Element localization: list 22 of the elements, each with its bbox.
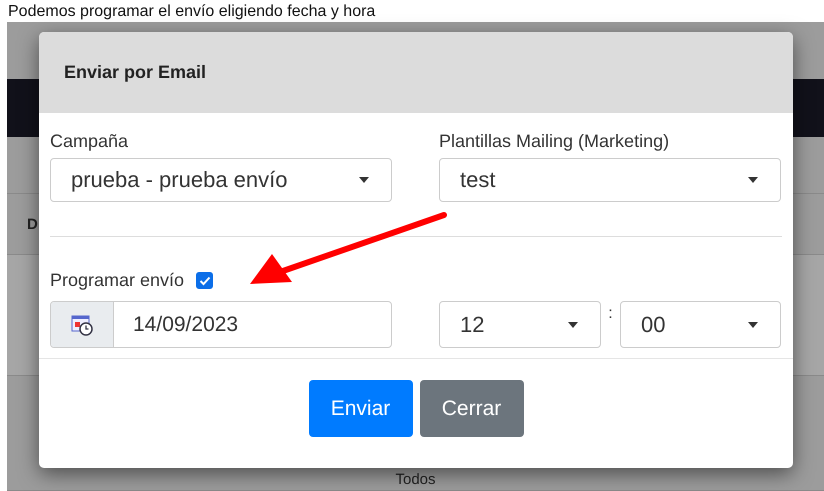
select-field[interactable]: test bbox=[439, 158, 781, 202]
dialog-button[interactable]: Enviar bbox=[308, 380, 412, 437]
checkbox[interactable] bbox=[196, 272, 214, 289]
field-label: Campaña bbox=[50, 131, 130, 152]
caret-icon bbox=[359, 177, 369, 183]
calendar-clock-icon bbox=[71, 314, 93, 336]
minute-select[interactable]: 00 bbox=[620, 301, 781, 348]
caret-icon bbox=[568, 322, 578, 328]
column-header: D bbox=[27, 216, 38, 232]
caption-text: Podemos programar el envío eligiendo fecha y hora bbox=[8, 2, 376, 22]
date-field[interactable]: 14/09/2023 bbox=[50, 301, 392, 348]
caret-icon bbox=[748, 322, 758, 328]
caret-icon bbox=[748, 177, 758, 183]
dialog-button[interactable]: Cerrar bbox=[420, 380, 524, 437]
field-label: Plantillas Mailing (Marketing) bbox=[439, 131, 670, 152]
check-icon bbox=[198, 276, 211, 286]
checkbox-label: Programar envío bbox=[50, 270, 184, 291]
hour-select[interactable]: 12 bbox=[439, 301, 601, 348]
time-separator: : bbox=[607, 304, 614, 324]
modal-title: Enviar por Email bbox=[64, 62, 206, 83]
select-field[interactable]: prueba - prueba envío bbox=[50, 158, 392, 202]
table-cell: Todos bbox=[395, 471, 436, 488]
